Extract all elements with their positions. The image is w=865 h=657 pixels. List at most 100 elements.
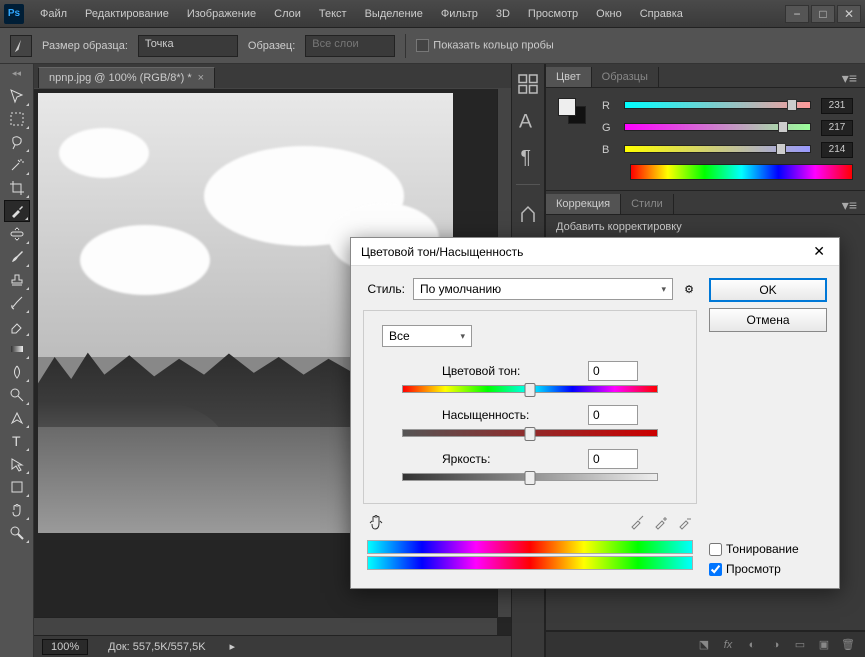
move-tool-icon[interactable] (4, 85, 30, 107)
spectrum-bars (367, 540, 693, 570)
hue-input[interactable] (588, 361, 638, 381)
minimize-button[interactable]: − (785, 5, 809, 23)
history-brush-tool-icon[interactable] (4, 292, 30, 314)
b-value[interactable]: 214 (821, 142, 853, 158)
g-value[interactable]: 217 (821, 120, 853, 136)
menu-file[interactable]: Файл (32, 4, 75, 24)
document-tab[interactable]: npnp.jpg @ 100% (RGB/8*) * × (38, 67, 215, 88)
color-swatches[interactable] (558, 98, 586, 180)
tab-color[interactable]: Цвет (546, 67, 592, 87)
path-select-tool-icon[interactable] (4, 453, 30, 475)
type-tool-icon[interactable]: T (4, 430, 30, 452)
dodge-tool-icon[interactable] (4, 384, 30, 406)
lasso-tool-icon[interactable] (4, 131, 30, 153)
zoom-tool-icon[interactable] (4, 522, 30, 544)
window-controls: − □ ✕ (785, 5, 861, 23)
brush-tool-icon[interactable] (4, 246, 30, 268)
g-slider[interactable] (624, 123, 811, 133)
r-value[interactable]: 231 (821, 98, 853, 114)
tab-styles[interactable]: Стили (621, 194, 674, 214)
crop-tool-icon[interactable] (4, 177, 30, 199)
new-layer-icon[interactable]: ▣ (817, 638, 831, 652)
sample-select[interactable]: Все слои (305, 35, 395, 57)
maximize-button[interactable]: □ (811, 5, 835, 23)
adjustment-icon[interactable]: ◑ (769, 638, 783, 652)
tab-adjustments[interactable]: Коррекция (546, 194, 621, 214)
eyedrop-plus-icon[interactable] (653, 514, 669, 530)
saturation-input[interactable] (588, 405, 638, 425)
menu-view[interactable]: Просмотр (520, 4, 586, 24)
g-label: G (602, 122, 614, 134)
brush-panel-icon[interactable] (516, 201, 540, 225)
menu-select[interactable]: Выделение (357, 4, 431, 24)
lightness-slider[interactable] (402, 473, 658, 481)
scrubby-hand-icon[interactable] (367, 512, 387, 532)
dialog-close-icon[interactable]: ✕ (809, 241, 829, 262)
link-icon[interactable]: ⬔ (697, 638, 711, 652)
paragraph-panel-icon[interactable]: ¶ (516, 144, 540, 168)
toolbox: ◂◂ T (0, 64, 34, 657)
eraser-tool-icon[interactable] (4, 315, 30, 337)
dialog-titlebar[interactable]: Цветовой тон/Насыщенность ✕ (351, 238, 839, 266)
tint-checkbox[interactable]: Тонирование (709, 542, 827, 556)
hue-slider[interactable] (402, 385, 658, 393)
character-panel-icon[interactable]: A (516, 108, 540, 132)
menu-filter[interactable]: Фильтр (433, 4, 486, 24)
fx-icon[interactable]: fx (721, 638, 735, 652)
marquee-tool-icon[interactable] (4, 108, 30, 130)
show-ring-checkbox[interactable]: Показать кольцо пробы (416, 39, 554, 52)
ok-button[interactable]: OK (709, 278, 827, 302)
doc-info-arrow-icon[interactable]: ▸ (230, 640, 236, 653)
mask-icon[interactable]: ◐ (745, 638, 759, 652)
hand-tool-icon[interactable] (4, 499, 30, 521)
menu-image[interactable]: Изображение (179, 4, 264, 24)
eyedrop-icon[interactable] (629, 514, 645, 530)
gear-icon[interactable]: ⚙ (681, 281, 697, 297)
wand-tool-icon[interactable] (4, 154, 30, 176)
menu-window[interactable]: Окно (588, 4, 630, 24)
preview-checkbox[interactable]: Просмотр (709, 562, 827, 576)
close-tab-icon[interactable]: × (198, 72, 204, 84)
gradient-tool-icon[interactable] (4, 338, 30, 360)
menu-layers[interactable]: Слои (266, 4, 309, 24)
history-panel-icon[interactable] (516, 72, 540, 96)
stamp-tool-icon[interactable] (4, 269, 30, 291)
folder-icon[interactable]: ▭ (793, 638, 807, 652)
menu-help[interactable]: Справка (632, 4, 691, 24)
foreground-swatch[interactable] (558, 98, 576, 116)
blur-tool-icon[interactable] (4, 361, 30, 383)
style-select[interactable]: По умолчанию▾ (413, 278, 673, 300)
spectrum-ramp[interactable] (630, 164, 853, 180)
r-label: R (602, 100, 614, 112)
horizontal-scrollbar[interactable] (34, 617, 497, 635)
sliders-group: Все▾ Цветовой тон: Насыщенность: (363, 310, 697, 504)
color-panel-menu-icon[interactable]: ▾≡ (834, 70, 865, 87)
range-select[interactable]: Все▾ (382, 325, 472, 347)
saturation-slider[interactable] (402, 429, 658, 437)
document-tabs: npnp.jpg @ 100% (RGB/8*) * × (34, 64, 511, 88)
close-button[interactable]: ✕ (837, 5, 861, 23)
zoom-value[interactable]: 100% (42, 639, 88, 655)
pen-tool-icon[interactable] (4, 407, 30, 429)
menu-edit[interactable]: Редактирование (77, 4, 177, 24)
lightness-input[interactable] (588, 449, 638, 469)
shape-tool-icon[interactable] (4, 476, 30, 498)
r-slider[interactable] (624, 101, 811, 111)
spectrum-bar-bottom[interactable] (367, 556, 693, 570)
menu-3d[interactable]: 3D (488, 4, 518, 24)
sample-size-select[interactable]: Точка (138, 35, 238, 57)
trash-icon[interactable]: 🗑 (841, 638, 855, 652)
separator (405, 34, 406, 58)
toolbox-collapse[interactable]: ◂◂ (0, 68, 33, 80)
eyedrop-minus-icon[interactable] (677, 514, 693, 530)
tab-swatches[interactable]: Образцы (592, 67, 659, 87)
spectrum-bar-top[interactable] (367, 540, 693, 554)
heal-tool-icon[interactable] (4, 223, 30, 245)
tool-preset-icon[interactable] (10, 35, 32, 57)
document-tab-title: npnp.jpg @ 100% (RGB/8*) * (49, 72, 192, 84)
menu-text[interactable]: Текст (311, 4, 355, 24)
adjust-panel-menu-icon[interactable]: ▾≡ (834, 197, 865, 214)
eyedropper-tool-icon[interactable] (4, 200, 30, 222)
cancel-button[interactable]: Отмена (709, 308, 827, 332)
b-slider[interactable] (624, 145, 811, 155)
